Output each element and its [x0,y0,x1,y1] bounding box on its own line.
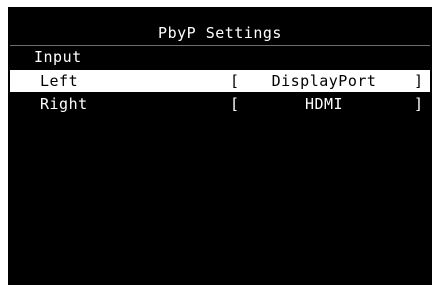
bracket-open: [ [230,72,240,90]
menu-item-left-input[interactable]: Left [ DisplayPort ] [10,70,430,92]
bracket-close: ] [414,72,424,90]
bracket-close: ] [414,95,424,113]
osd-menu-panel: PbyP Settings Input Left [ DisplayPort ]… [8,7,432,285]
title-bar: PbyP Settings [10,21,430,46]
menu-item-label: Left [40,72,79,90]
menu-item-label: Right [40,95,88,113]
bracket-open: [ [230,95,240,113]
menu-item-value: HDMI [304,95,344,113]
menu-item-value: DisplayPort [271,72,377,90]
menu-item-right-input[interactable]: Right [ HDMI ] [10,93,430,115]
section-label-input: Input [34,48,82,66]
menu-title: PbyP Settings [158,24,282,42]
